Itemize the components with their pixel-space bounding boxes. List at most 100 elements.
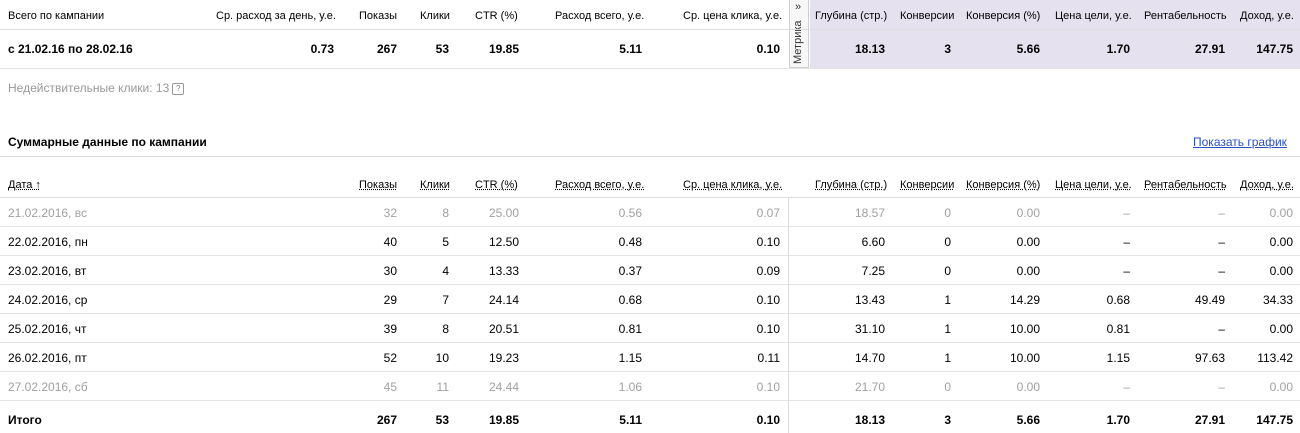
row-divider xyxy=(0,284,1300,285)
cell-clicks: 10 xyxy=(435,351,449,365)
cell-spend: 1.06 xyxy=(618,380,642,394)
cell-depth: 21.70 xyxy=(854,380,885,394)
cell-clicks: 4 xyxy=(442,264,449,278)
cell-conversions: 1 xyxy=(944,322,951,336)
summary-header-spend: Расход всего, у.е. xyxy=(555,10,645,22)
cell-conversions: 1 xyxy=(944,351,951,365)
row-divider xyxy=(0,255,1300,256)
cell-goal-cost: – xyxy=(1123,380,1130,394)
cell-goal-cost: 0.81 xyxy=(1106,322,1130,336)
cell-conv-rate: 0.00 xyxy=(1016,206,1040,220)
cell-goal-cost: – xyxy=(1123,235,1130,249)
column-header-revenue[interactable]: Доход, у.е. xyxy=(1240,179,1294,191)
total-profitability: 27.91 xyxy=(1194,413,1225,427)
column-header-ctr[interactable]: CTR (%) xyxy=(475,179,518,191)
cell-conversions: 1 xyxy=(944,293,951,307)
cell-ctr: 19.23 xyxy=(488,351,519,365)
summary-conv-rate: 5.66 xyxy=(1016,42,1040,56)
cell-ctr: 24.44 xyxy=(488,380,519,394)
summary-header-conversions: Конверсии xyxy=(900,10,955,22)
cell-spend: 0.37 xyxy=(618,264,642,278)
metrika-toggle-tab[interactable]: » Метрика xyxy=(789,0,809,68)
cell-revenue: 0.00 xyxy=(1269,322,1293,336)
row-divider xyxy=(0,371,1300,372)
cell-conv-rate: 10.00 xyxy=(1009,351,1040,365)
column-header-conv-rate[interactable]: Конверсия (%) xyxy=(966,179,1040,191)
help-icon[interactable]: ? xyxy=(172,83,185,95)
cell-ctr: 13.33 xyxy=(488,264,519,278)
cell-conv-rate: 14.29 xyxy=(1009,293,1040,307)
summary-revenue: 147.75 xyxy=(1256,42,1293,56)
cell-conv-rate: 0.00 xyxy=(1016,235,1040,249)
summary-header-avg-daily: Ср. расход за день, у.е. xyxy=(216,10,336,22)
cell-date: 27.02.2016, сб xyxy=(8,380,88,394)
cell-impressions: 32 xyxy=(383,206,397,220)
summary-header-depth: Глубина (стр.) xyxy=(815,10,888,22)
column-header-date[interactable]: Дата ↑ xyxy=(8,179,41,191)
invalid-clicks: Недействительные клики: 13? xyxy=(8,81,185,95)
total-label: Итого xyxy=(8,413,42,427)
total-revenue: 147.75 xyxy=(1256,413,1293,427)
invalid-clicks-label: Недействительные клики: 13 xyxy=(8,81,170,95)
cell-cpc: 0.07 xyxy=(756,206,780,220)
column-header-profitability[interactable]: Рентабельность xyxy=(1144,179,1227,191)
cell-clicks: 7 xyxy=(442,293,449,307)
cell-date: 22.02.2016, пн xyxy=(8,235,88,249)
cell-date: 26.02.2016, пт xyxy=(8,351,87,365)
cell-revenue: 0.00 xyxy=(1269,206,1293,220)
divider xyxy=(0,68,1300,69)
cell-impressions: 40 xyxy=(383,235,397,249)
cell-date: 24.02.2016, ср xyxy=(8,293,88,307)
total-ctr: 19.85 xyxy=(488,413,519,427)
cell-profitability: 97.63 xyxy=(1194,351,1225,365)
cell-cpc: 0.10 xyxy=(756,235,780,249)
cell-profitability: – xyxy=(1218,264,1225,278)
cell-conversions: 0 xyxy=(944,206,951,220)
total-conversions: 3 xyxy=(944,413,951,427)
show-chart-link[interactable]: Показать график xyxy=(1193,135,1287,149)
cell-ctr: 25.00 xyxy=(488,206,519,220)
cell-impressions: 45 xyxy=(383,380,397,394)
divider xyxy=(0,29,1300,30)
cell-clicks: 8 xyxy=(442,206,449,220)
summary-impressions: 267 xyxy=(376,42,397,56)
total-cpc: 0.10 xyxy=(756,413,780,427)
cell-depth: 14.70 xyxy=(854,351,885,365)
section-title: Суммарные данные по кампании xyxy=(8,135,207,149)
column-header-clicks[interactable]: Клики xyxy=(420,179,450,191)
cell-cpc: 0.10 xyxy=(756,322,780,336)
summary-header-total: Всего по кампании xyxy=(8,10,105,22)
cell-clicks: 5 xyxy=(442,235,449,249)
column-header-goal-cost[interactable]: Цена цели, у.е. xyxy=(1055,179,1132,191)
divider xyxy=(0,156,1300,157)
column-header-depth[interactable]: Глубина (стр.) xyxy=(815,179,887,191)
summary-header-cpc: Ср. цена клика, у.е. xyxy=(683,10,783,22)
summary-profitability: 27.91 xyxy=(1194,42,1225,56)
cell-clicks: 8 xyxy=(442,322,449,336)
cell-clicks: 11 xyxy=(436,380,449,394)
column-header-cpc[interactable]: Ср. цена клика, у.е. xyxy=(683,179,782,191)
summary-spend: 5.11 xyxy=(619,42,642,56)
cell-cpc: 0.11 xyxy=(757,351,780,365)
cell-impressions: 52 xyxy=(383,351,397,365)
summary-header-goal-cost: Цена цели, у.е. xyxy=(1055,10,1132,22)
column-header-conversions[interactable]: Конверсии xyxy=(900,179,954,191)
summary-period: с 21.02.16 по 28.02.16 xyxy=(8,42,133,56)
cell-revenue: 113.42 xyxy=(1257,351,1293,365)
cell-revenue: 0.00 xyxy=(1269,264,1293,278)
summary-header-conv-rate: Конверсия (%) xyxy=(966,10,1041,22)
summary-header-profitability: Рентабельность xyxy=(1144,10,1227,22)
cell-spend: 1.15 xyxy=(618,351,642,365)
cell-revenue: 34.33 xyxy=(1262,293,1293,307)
cell-spend: 0.48 xyxy=(618,235,642,249)
cell-revenue: 0.00 xyxy=(1269,235,1293,249)
column-header-spend[interactable]: Расход всего, у.е. xyxy=(555,179,644,191)
total-conv-rate: 5.66 xyxy=(1016,413,1040,427)
cell-profitability: – xyxy=(1218,322,1225,336)
cell-date: 23.02.2016, вт xyxy=(8,264,87,278)
double-chevron-icon: » xyxy=(795,1,802,13)
cell-impressions: 30 xyxy=(383,264,397,278)
total-spend: 5.11 xyxy=(619,413,642,427)
column-header-impressions[interactable]: Показы xyxy=(359,179,397,191)
cell-conv-rate: 0.00 xyxy=(1016,380,1040,394)
